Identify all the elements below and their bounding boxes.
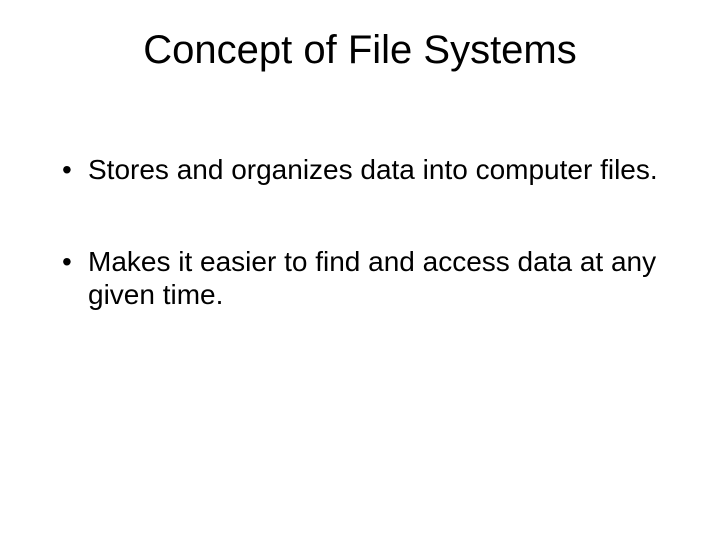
bullet-list: Stores and organizes data into computer … — [40, 153, 680, 312]
slide-title: Concept of File Systems — [40, 28, 680, 73]
list-item: Makes it easier to find and access data … — [62, 245, 680, 312]
list-item: Stores and organizes data into computer … — [62, 153, 680, 187]
